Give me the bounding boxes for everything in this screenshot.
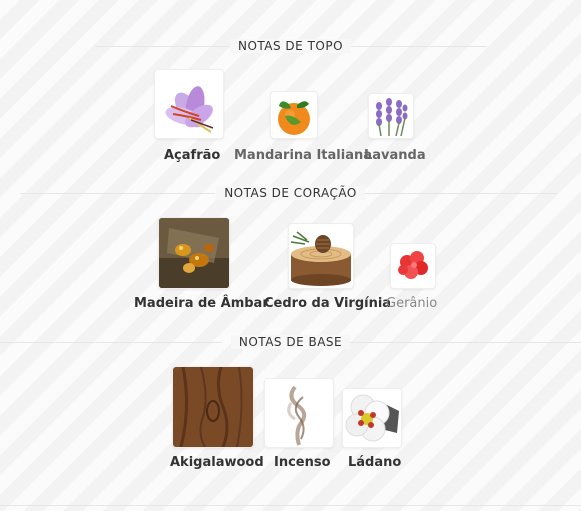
saffron-icon: [154, 69, 224, 139]
bottom-divider: [0, 505, 581, 506]
note-label: Lavanda: [364, 148, 426, 163]
note-label: Ládano: [348, 455, 402, 470]
note-label: Mandarina Italiana: [234, 148, 372, 163]
note-label: Açafrão: [164, 148, 221, 163]
note-label: Madeira de Âmbar: [134, 296, 269, 311]
note-label: Gerânio: [386, 296, 438, 311]
section-title: NOTAS DE BASE: [0, 335, 581, 349]
note-label: Incenso: [274, 455, 331, 470]
incense-icon: [264, 378, 334, 448]
labdanum-icon: [342, 388, 402, 448]
virginia-cedar-icon: [288, 223, 354, 289]
note-label: Cedro da Virgínia: [264, 296, 392, 311]
lavender-icon: [368, 93, 414, 139]
section-title: NOTAS DE CORAÇÃO: [0, 186, 581, 200]
akigalawood-icon: [172, 366, 254, 448]
geranium-icon: [390, 243, 436, 289]
amber-wood-icon: [158, 217, 230, 289]
note-label: Akigalawood: [170, 455, 264, 470]
section-title: NOTAS DE TOPO: [0, 39, 581, 53]
mandarin-icon: [270, 91, 318, 139]
